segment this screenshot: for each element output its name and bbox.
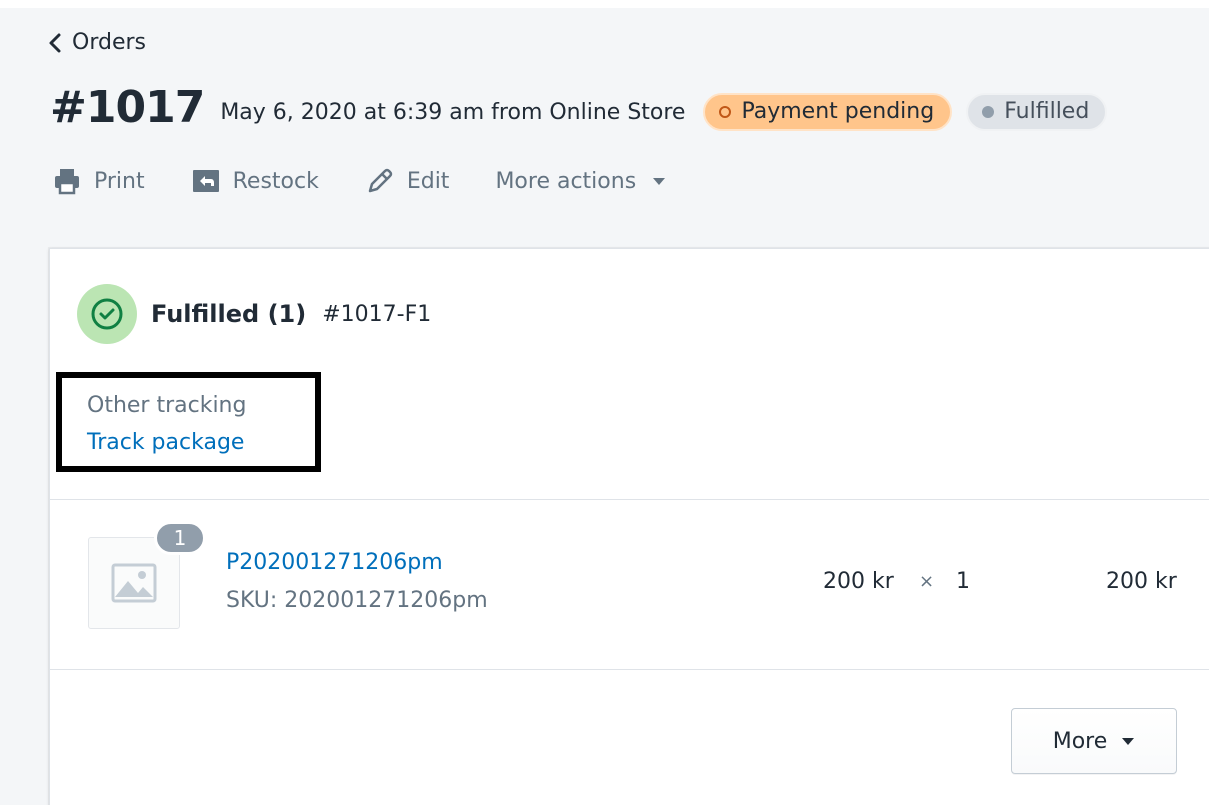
divider [50,669,1209,670]
print-icon [55,169,79,195]
fulfillment-id: #1017-F1 [322,301,432,327]
back-to-orders-link[interactable]: Orders [46,30,146,55]
pending-dot-icon [719,105,732,118]
payment-status-label: Payment pending [741,99,935,124]
more-actions-label: More actions [495,168,637,194]
caret-down-icon [1122,738,1135,745]
edit-pencil-icon [368,168,393,193]
order-page: Orders #1017 May 6, 2020 at 6:39 am from… [0,8,1209,805]
order-number: #1017 [50,82,205,133]
unit-price: 200 kr [823,569,894,594]
restock-label: Restock [232,168,319,194]
tracking-highlight-box [56,372,321,472]
times-sign: × [919,571,935,592]
chevron-left-icon [49,33,61,52]
more-actions-button[interactable]: More actions [495,169,666,194]
more-button-label: More [1052,728,1108,754]
tracking-label: Other tracking [87,393,247,418]
fulfillment-title: Fulfilled (1) [151,300,307,328]
edit-label: Edit [406,168,450,194]
item-quantity: 1 [956,569,970,594]
fulfillment-status-label: Fulfilled [1004,99,1090,124]
caret-down-icon [653,178,666,185]
restock-icon [192,170,219,192]
print-label: Print [94,168,145,194]
restock-button[interactable]: Restock [191,166,319,196]
order-meta: May 6, 2020 at 6:39 am from Online Store [220,100,686,125]
track-package-link[interactable]: Track package [87,430,244,455]
quantity-badge: 1 [154,521,206,555]
print-button[interactable]: Print [52,166,145,196]
fulfillment-status-badge: Fulfilled [966,92,1108,131]
line-total: 200 kr [1106,569,1177,594]
edit-button[interactable]: Edit [365,166,450,196]
image-placeholder-icon [111,563,157,603]
back-link-label: Orders [72,30,146,55]
fulfillment-card: Fulfilled (1) #1017-F1 Other tracking Tr… [49,248,1209,805]
product-sku: SKU: 202001271206pm [226,588,488,613]
fulfilled-dot-icon [982,105,995,118]
product-title-link[interactable]: P202001271206pm [226,550,443,575]
fulfillment-header: Fulfilled (1) #1017-F1 [77,284,431,344]
check-circle-icon [77,284,137,344]
more-button[interactable]: More [1011,708,1177,774]
order-actions: Print Restock Edit More actions [52,166,712,196]
payment-status-badge: Payment pending [703,92,953,131]
line-item: 1 P202001271206pm SKU: 202001271206pm 20… [50,499,1209,669]
order-header: #1017 May 6, 2020 at 6:39 am from Online… [50,82,1108,133]
